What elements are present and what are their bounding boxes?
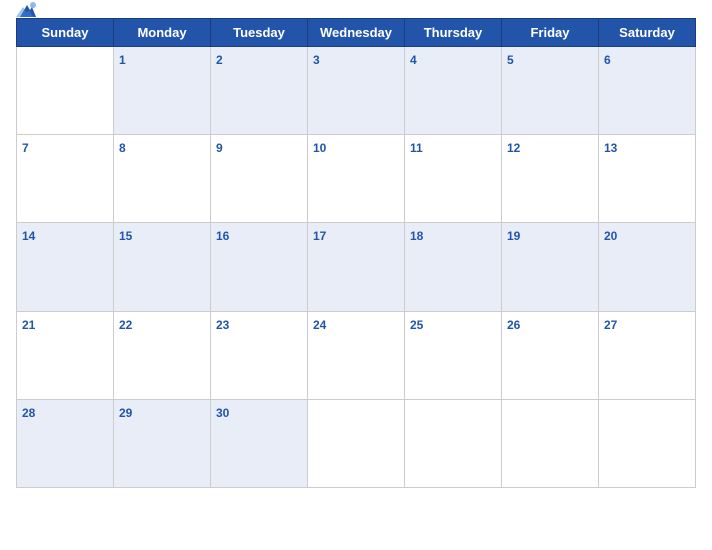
day-cell: 28 xyxy=(17,399,114,487)
day-number: 1 xyxy=(119,53,126,67)
week-row-4: 21 22 23 24 25 26 27 xyxy=(17,311,696,399)
day-cell xyxy=(502,399,599,487)
day-number: 7 xyxy=(22,141,29,155)
day-cell: 18 xyxy=(405,223,502,311)
day-cell: 29 xyxy=(114,399,211,487)
day-cell: 8 xyxy=(114,135,211,223)
week-row-1: 1 2 3 4 5 6 xyxy=(17,47,696,135)
day-number: 10 xyxy=(313,141,326,155)
day-number: 19 xyxy=(507,229,520,243)
calendar-table: SundayMondayTuesdayWednesdayThursdayFrid… xyxy=(16,18,696,488)
day-number: 26 xyxy=(507,318,520,332)
day-cell: 23 xyxy=(211,311,308,399)
week-row-3: 14 15 16 17 18 19 20 xyxy=(17,223,696,311)
day-cell: 27 xyxy=(599,311,696,399)
day-number: 30 xyxy=(216,406,229,420)
day-header-tuesday: Tuesday xyxy=(211,19,308,47)
week-row-5: 28 29 30 xyxy=(17,399,696,487)
day-number: 27 xyxy=(604,318,617,332)
day-number: 14 xyxy=(22,229,35,243)
day-cell: 3 xyxy=(308,47,405,135)
day-number: 17 xyxy=(313,229,326,243)
calendar-wrapper: SundayMondayTuesdayWednesdayThursdayFrid… xyxy=(0,0,712,550)
day-cell: 21 xyxy=(17,311,114,399)
day-number: 18 xyxy=(410,229,423,243)
day-number: 16 xyxy=(216,229,229,243)
day-number: 5 xyxy=(507,53,514,67)
day-number: 13 xyxy=(604,141,617,155)
day-number: 22 xyxy=(119,318,132,332)
day-cell: 14 xyxy=(17,223,114,311)
day-cell: 25 xyxy=(405,311,502,399)
day-cell: 26 xyxy=(502,311,599,399)
day-number: 11 xyxy=(410,141,423,155)
day-number: 21 xyxy=(22,318,35,332)
day-cell: 12 xyxy=(502,135,599,223)
day-cell xyxy=(17,47,114,135)
logo-area xyxy=(16,0,46,21)
day-number: 12 xyxy=(507,141,520,155)
day-cell: 7 xyxy=(17,135,114,223)
day-cell: 24 xyxy=(308,311,405,399)
week-row-2: 7 8 9 10 11 12 13 xyxy=(17,135,696,223)
day-number: 4 xyxy=(410,53,417,67)
day-number: 23 xyxy=(216,318,229,332)
day-cell: 5 xyxy=(502,47,599,135)
day-cell: 6 xyxy=(599,47,696,135)
day-cell: 4 xyxy=(405,47,502,135)
day-cell: 11 xyxy=(405,135,502,223)
day-number: 3 xyxy=(313,53,320,67)
day-number: 28 xyxy=(22,406,35,420)
day-cell: 30 xyxy=(211,399,308,487)
day-cell xyxy=(599,399,696,487)
day-cell: 19 xyxy=(502,223,599,311)
day-cell: 9 xyxy=(211,135,308,223)
day-cell: 2 xyxy=(211,47,308,135)
day-cell: 17 xyxy=(308,223,405,311)
logo-icon xyxy=(16,0,38,21)
day-header-monday: Monday xyxy=(114,19,211,47)
day-cell: 1 xyxy=(114,47,211,135)
day-header-wednesday: Wednesday xyxy=(308,19,405,47)
day-number: 8 xyxy=(119,141,126,155)
day-cell: 13 xyxy=(599,135,696,223)
day-number: 20 xyxy=(604,229,617,243)
day-header-sunday: Sunday xyxy=(17,19,114,47)
day-number: 6 xyxy=(604,53,611,67)
day-cell: 16 xyxy=(211,223,308,311)
day-cell: 15 xyxy=(114,223,211,311)
day-number: 24 xyxy=(313,318,326,332)
day-number: 29 xyxy=(119,406,132,420)
day-cell xyxy=(308,399,405,487)
day-cell: 10 xyxy=(308,135,405,223)
day-cell: 20 xyxy=(599,223,696,311)
days-header-row: SundayMondayTuesdayWednesdayThursdayFrid… xyxy=(17,19,696,47)
day-cell: 22 xyxy=(114,311,211,399)
day-number: 25 xyxy=(410,318,423,332)
day-cell xyxy=(405,399,502,487)
day-header-friday: Friday xyxy=(502,19,599,47)
day-header-thursday: Thursday xyxy=(405,19,502,47)
day-number: 15 xyxy=(119,229,132,243)
day-number: 9 xyxy=(216,141,223,155)
day-number: 2 xyxy=(216,53,223,67)
day-header-saturday: Saturday xyxy=(599,19,696,47)
